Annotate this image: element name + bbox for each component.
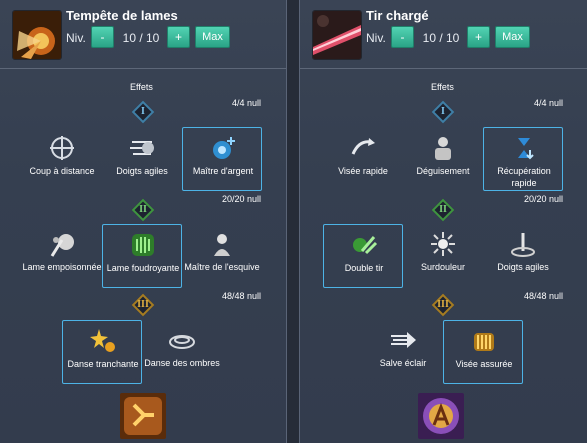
slashing-dance-icon [89, 327, 117, 355]
level-value: 10 / 10 [422, 31, 460, 45]
decrease-level-button[interactable]: - [391, 26, 414, 48]
talent-label: Doigts agiles [116, 166, 168, 176]
max-level-button[interactable]: Max [195, 26, 230, 48]
disguise-icon [429, 134, 457, 162]
tier-1-count: 4/4 null [533, 98, 563, 108]
talent-doigts-agiles[interactable]: Doigts agiles [483, 230, 563, 273]
rune-icon[interactable] [120, 393, 166, 439]
talent-label: Déguisement [416, 166, 470, 176]
talent-label: Danse tranchante [67, 359, 139, 369]
quick-aim-icon [349, 134, 377, 162]
tier-3-badge: III [431, 293, 455, 317]
talent-deguisement[interactable]: Déguisement [403, 134, 483, 177]
skill-title: Tir chargé [366, 8, 429, 23]
charged-shot-skill-icon [312, 10, 362, 60]
tier-1-badge: I [431, 100, 455, 124]
talent-label: Double tir [344, 263, 384, 273]
talent-label: Lame foudroyante [106, 263, 180, 273]
dodge-master-icon [208, 230, 236, 258]
silver-master-icon [209, 134, 237, 162]
tier-1-count: 4/4 null [231, 98, 261, 108]
overpain-icon [429, 230, 457, 258]
talent-label: Visée rapide [338, 166, 388, 176]
talent-label: Danse des ombres [144, 358, 220, 368]
effects-label: Effets [130, 82, 153, 92]
decrease-level-button[interactable]: - [91, 26, 114, 48]
talent-danse-tranchante[interactable]: Danse tranchante [62, 320, 142, 384]
talent-lame-empoisonnee[interactable]: Lame empoisonnée [22, 230, 102, 273]
talent-lame-foudroyante[interactable]: Lame foudroyante [102, 224, 182, 288]
skill-panel-left: Tempête de lames Niv. - 10 / 10 + Max Ef… [0, 0, 287, 443]
talent-double-tir[interactable]: Double tir [323, 224, 403, 288]
tier-3-count: 48/48 null [523, 291, 563, 301]
tier-3-count: 48/48 null [221, 291, 261, 301]
tier-1-badge: I [131, 100, 155, 124]
lightning-blade-icon [129, 231, 157, 259]
talent-label: Maître de l'esquive [184, 262, 260, 272]
level-label: Niv. [366, 31, 386, 45]
poison-blade-icon [48, 230, 76, 258]
crosshair-icon [48, 134, 76, 162]
talent-label: Surdouleur [420, 262, 466, 272]
talent-coup-a-distance[interactable]: Coup à distance [22, 134, 102, 177]
level-label: Niv. [66, 31, 86, 45]
talent-recuperation-rapide[interactable]: Récupération rapide [483, 127, 563, 191]
shadow-dance-icon [168, 326, 196, 354]
swift-hands-icon [128, 134, 156, 162]
talent-label: Récupération rapide [497, 166, 551, 188]
sure-aim-icon [470, 327, 498, 355]
tier-2-count: 20/20 null [523, 194, 563, 204]
tier-2-badge: II [431, 198, 455, 222]
rune-icon[interactable] [418, 393, 464, 439]
blade-storm-skill-icon [12, 10, 62, 60]
tier-3-badge: III [131, 293, 155, 317]
skill-panel-right: Tir chargé Niv. - 10 / 10 + Max Effets I… [299, 0, 587, 443]
talent-surdouleur[interactable]: Surdouleur [403, 230, 483, 273]
talent-visee-rapide[interactable]: Visée rapide [323, 134, 403, 177]
talent-label: Visée assurée [455, 359, 513, 369]
panel-divider [287, 0, 299, 443]
talent-maitre-de-l-esquive[interactable]: Maître de l'esquive [182, 230, 262, 273]
talent-danse-des-ombres[interactable]: Danse des ombres [142, 326, 222, 369]
skill-title: Tempête de lames [66, 8, 178, 23]
skill-header: Tir chargé Niv. - 10 / 10 + Max [300, 0, 587, 69]
talent-label: Maître d'argent [192, 166, 254, 176]
talent-label: Coup à distance [29, 166, 95, 176]
max-level-button[interactable]: Max [495, 26, 530, 48]
level-value: 10 / 10 [122, 31, 160, 45]
talent-label: Salve éclair [379, 358, 427, 368]
tier-2-badge: II [131, 198, 155, 222]
double-shot-icon [350, 231, 378, 259]
talent-maitre-d-argent[interactable]: Maître d'argent [182, 127, 262, 191]
talent-salve-eclair[interactable]: Salve éclair [363, 326, 443, 369]
talent-label: Lame empoisonnée [22, 262, 102, 272]
increase-level-button[interactable]: + [467, 26, 490, 48]
effects-label: Effets [431, 82, 454, 92]
tier-2-count: 20/20 null [221, 194, 261, 204]
lightning-volley-icon [389, 326, 417, 354]
quick-recovery-icon [510, 134, 538, 162]
talent-doigts-agiles[interactable]: Doigts agiles [102, 134, 182, 177]
talent-visee-assuree[interactable]: Visée assurée [443, 320, 523, 384]
skill-header: Tempête de lames Niv. - 10 / 10 + Max [0, 0, 286, 69]
swift-fingers-icon [509, 230, 537, 258]
talent-label: Doigts agiles [497, 262, 549, 272]
increase-level-button[interactable]: + [167, 26, 190, 48]
